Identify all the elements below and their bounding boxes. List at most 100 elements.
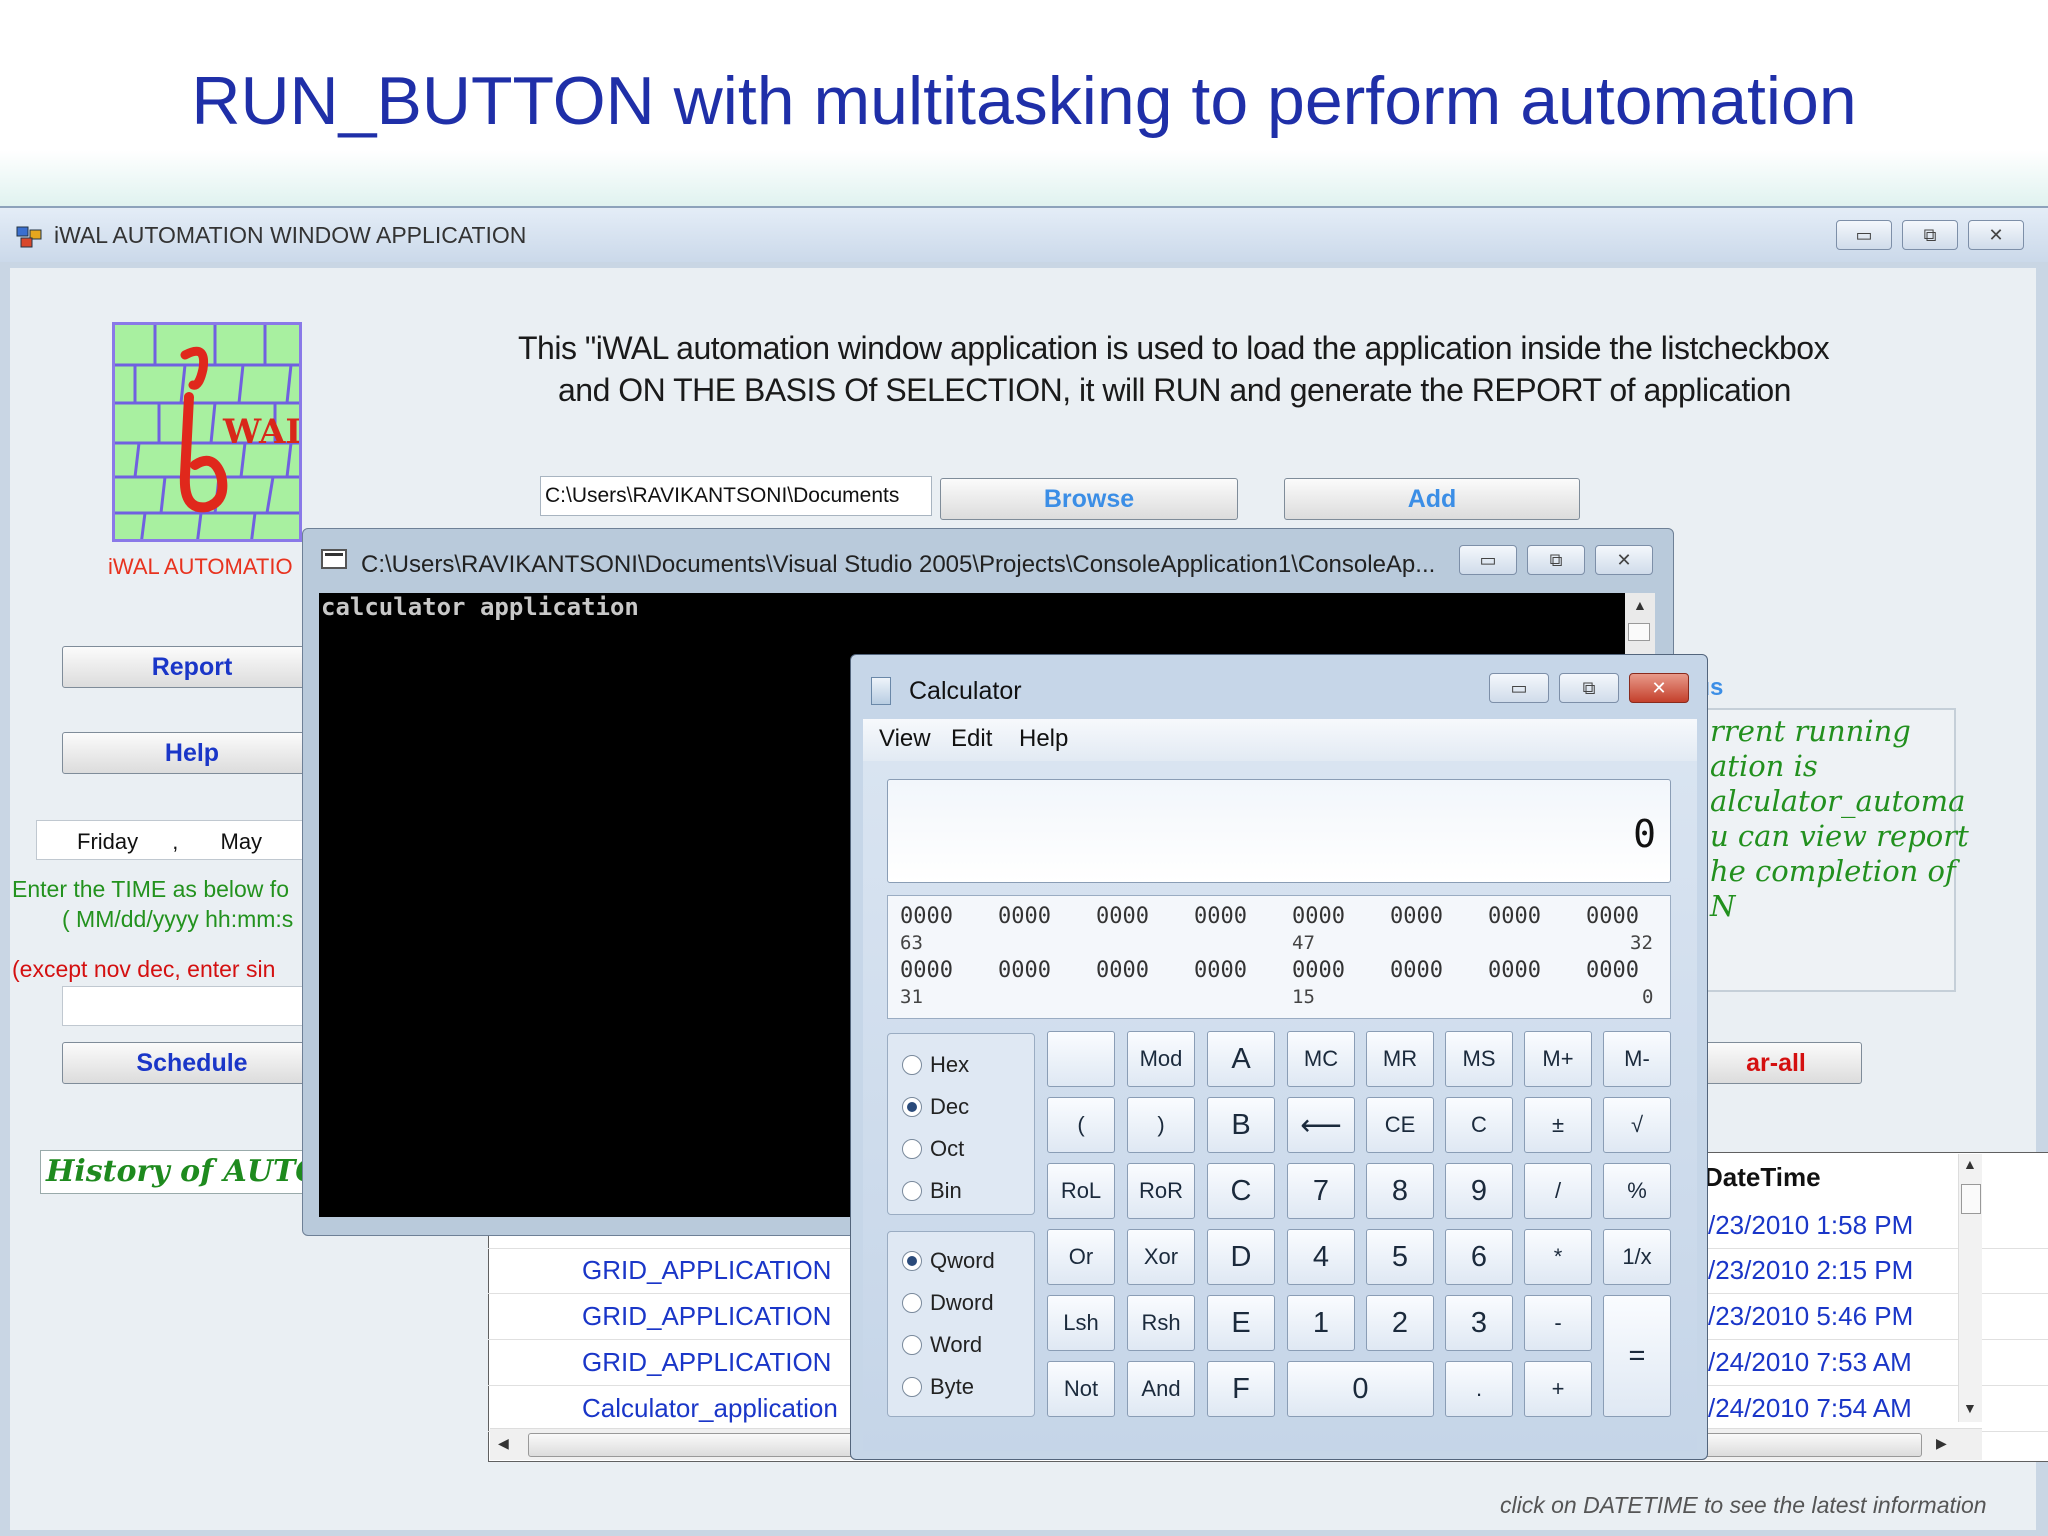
bit-group: 0000 (998, 958, 1051, 983)
restore-icon[interactable]: ⧉ (1559, 673, 1619, 703)
help-button[interactable]: Help (62, 732, 322, 774)
key-ms[interactable]: MS (1445, 1031, 1513, 1087)
report-button[interactable]: Report (62, 646, 322, 688)
grid-header-datetime[interactable]: DateTime (1704, 1162, 1821, 1193)
browse-button[interactable]: Browse (940, 478, 1238, 520)
main-caption-buttons: ▭ ⧉ ✕ (1836, 220, 2024, 250)
key-left-paren[interactable]: ( (1047, 1097, 1115, 1153)
radio-oct[interactable]: Oct (902, 1136, 964, 1162)
add-button[interactable]: Add (1284, 478, 1580, 520)
key-9[interactable]: 9 (1445, 1163, 1513, 1219)
bit-display: 0000 0000 0000 0000 0000 0000 0000 0000 … (887, 895, 1671, 1019)
key-not[interactable]: Not (1047, 1361, 1115, 1417)
key-hex-c[interactable]: C (1207, 1163, 1275, 1219)
scroll-down-icon[interactable]: ▼ (1963, 1400, 1977, 1416)
scroll-thumb[interactable] (1961, 1184, 1981, 1214)
main-titlebar[interactable]: iWAL AUTOMATION WINDOW APPLICATION ▭ ⧉ ✕ (0, 208, 2048, 262)
radio-hex[interactable]: Hex (902, 1052, 969, 1078)
key-reciprocal[interactable]: 1/x (1603, 1229, 1671, 1285)
key-4[interactable]: 4 (1287, 1229, 1355, 1285)
scroll-right-icon[interactable]: ▶ (1936, 1435, 1947, 1452)
key-a[interactable]: A (1207, 1031, 1275, 1087)
console-titlebar[interactable]: C:\Users\RAVIKANTSONI\Documents\Visual S… (303, 529, 1673, 589)
scroll-up-icon[interactable]: ▲ (1633, 597, 1647, 613)
console-output-text: calculator application (321, 593, 639, 621)
key-minus[interactable]: - (1524, 1295, 1592, 1351)
close-icon[interactable]: ✕ (1629, 673, 1689, 703)
app-window-icon (16, 226, 42, 248)
key-divide[interactable]: / (1524, 1163, 1592, 1219)
key-plus[interactable]: + (1524, 1361, 1592, 1417)
close-icon[interactable]: ✕ (1968, 220, 2024, 250)
key-or[interactable]: Or (1047, 1229, 1115, 1285)
minimize-icon[interactable]: ▭ (1489, 673, 1549, 703)
key-right-paren[interactable]: ) (1127, 1097, 1195, 1153)
key-mod[interactable]: Mod (1127, 1031, 1195, 1087)
key-rol[interactable]: RoL (1047, 1163, 1115, 1219)
key-mr[interactable]: MR (1366, 1031, 1434, 1087)
restore-icon[interactable]: ⧉ (1527, 545, 1585, 575)
scroll-thumb[interactable] (1628, 623, 1650, 641)
key-3[interactable]: 3 (1445, 1295, 1513, 1351)
bit-group: 0000 (1488, 958, 1541, 983)
schedule-time-input[interactable] (62, 986, 332, 1026)
radio-dword[interactable]: Dword (902, 1290, 994, 1316)
clear-all-button[interactable]: ar-all (1690, 1042, 1862, 1084)
key-ce[interactable]: CE (1366, 1097, 1434, 1153)
key-e[interactable]: E (1207, 1295, 1275, 1351)
key-decimal[interactable]: . (1445, 1361, 1513, 1417)
key-m-minus[interactable]: M- (1603, 1031, 1671, 1087)
radio-qword[interactable]: Qword (902, 1248, 995, 1274)
close-icon[interactable]: ✕ (1595, 545, 1653, 575)
key-d[interactable]: D (1207, 1229, 1275, 1285)
key-7[interactable]: 7 (1287, 1163, 1355, 1219)
grid-cell-name: GRID_APPLICATION (582, 1347, 832, 1377)
key-mc[interactable]: MC (1287, 1031, 1355, 1087)
bit-group: 0000 (1292, 904, 1345, 929)
radio-dot (902, 1377, 922, 1397)
key-blank[interactable] (1047, 1031, 1115, 1087)
key-xor[interactable]: Xor (1127, 1229, 1195, 1285)
minimize-icon[interactable]: ▭ (1836, 220, 1892, 250)
radio-bin[interactable]: Bin (902, 1178, 962, 1204)
key-6[interactable]: 6 (1445, 1229, 1513, 1285)
radio-word[interactable]: Word (902, 1332, 982, 1358)
key-f[interactable]: F (1207, 1361, 1275, 1417)
key-clear[interactable]: C (1445, 1097, 1513, 1153)
minimize-icon[interactable]: ▭ (1459, 545, 1517, 575)
status-line: N (1710, 889, 1736, 923)
status-line: he completion of (1710, 854, 1956, 888)
key-plus-minus[interactable]: ± (1524, 1097, 1592, 1153)
key-b[interactable]: B (1207, 1097, 1275, 1153)
key-2[interactable]: 2 (1366, 1295, 1434, 1351)
key-equals[interactable]: = (1603, 1295, 1671, 1417)
schedule-button[interactable]: Schedule (62, 1042, 322, 1084)
scroll-up-icon[interactable]: ▲ (1963, 1156, 1977, 1172)
key-ror[interactable]: RoR (1127, 1163, 1195, 1219)
key-rsh[interactable]: Rsh (1127, 1295, 1195, 1351)
key-0[interactable]: 0 (1287, 1361, 1434, 1417)
backspace-icon[interactable]: ⟵ (1287, 1097, 1355, 1153)
key-5[interactable]: 5 (1366, 1229, 1434, 1285)
menu-edit[interactable]: Edit (951, 725, 992, 753)
key-1[interactable]: 1 (1287, 1295, 1355, 1351)
key-multiply[interactable]: * (1524, 1229, 1592, 1285)
radio-dec[interactable]: Dec (902, 1094, 969, 1120)
key-m-plus[interactable]: M+ (1524, 1031, 1592, 1087)
date-picker[interactable]: Friday , May 14 (36, 820, 336, 860)
restore-icon[interactable]: ⧉ (1902, 220, 1958, 250)
key-and[interactable]: And (1127, 1361, 1195, 1417)
path-input[interactable]: C:\Users\RAVIKANTSONI\Documents (540, 476, 932, 516)
menu-view[interactable]: View (879, 725, 931, 753)
radio-byte[interactable]: Byte (902, 1374, 974, 1400)
status-line: alculator_automa (1710, 784, 1966, 818)
key-sqrt[interactable]: √ (1603, 1097, 1671, 1153)
grid-vertical-scrollbar[interactable]: ▲ ▼ (1958, 1154, 1982, 1422)
menu-help[interactable]: Help (1019, 725, 1068, 753)
bit-group: 0000 (1488, 904, 1541, 929)
key-percent[interactable]: % (1603, 1163, 1671, 1219)
calculator-caption-buttons: ▭ ⧉ ✕ (1489, 673, 1689, 703)
key-8[interactable]: 8 (1366, 1163, 1434, 1219)
scroll-left-icon[interactable]: ◀ (498, 1435, 509, 1452)
key-lsh[interactable]: Lsh (1047, 1295, 1115, 1351)
